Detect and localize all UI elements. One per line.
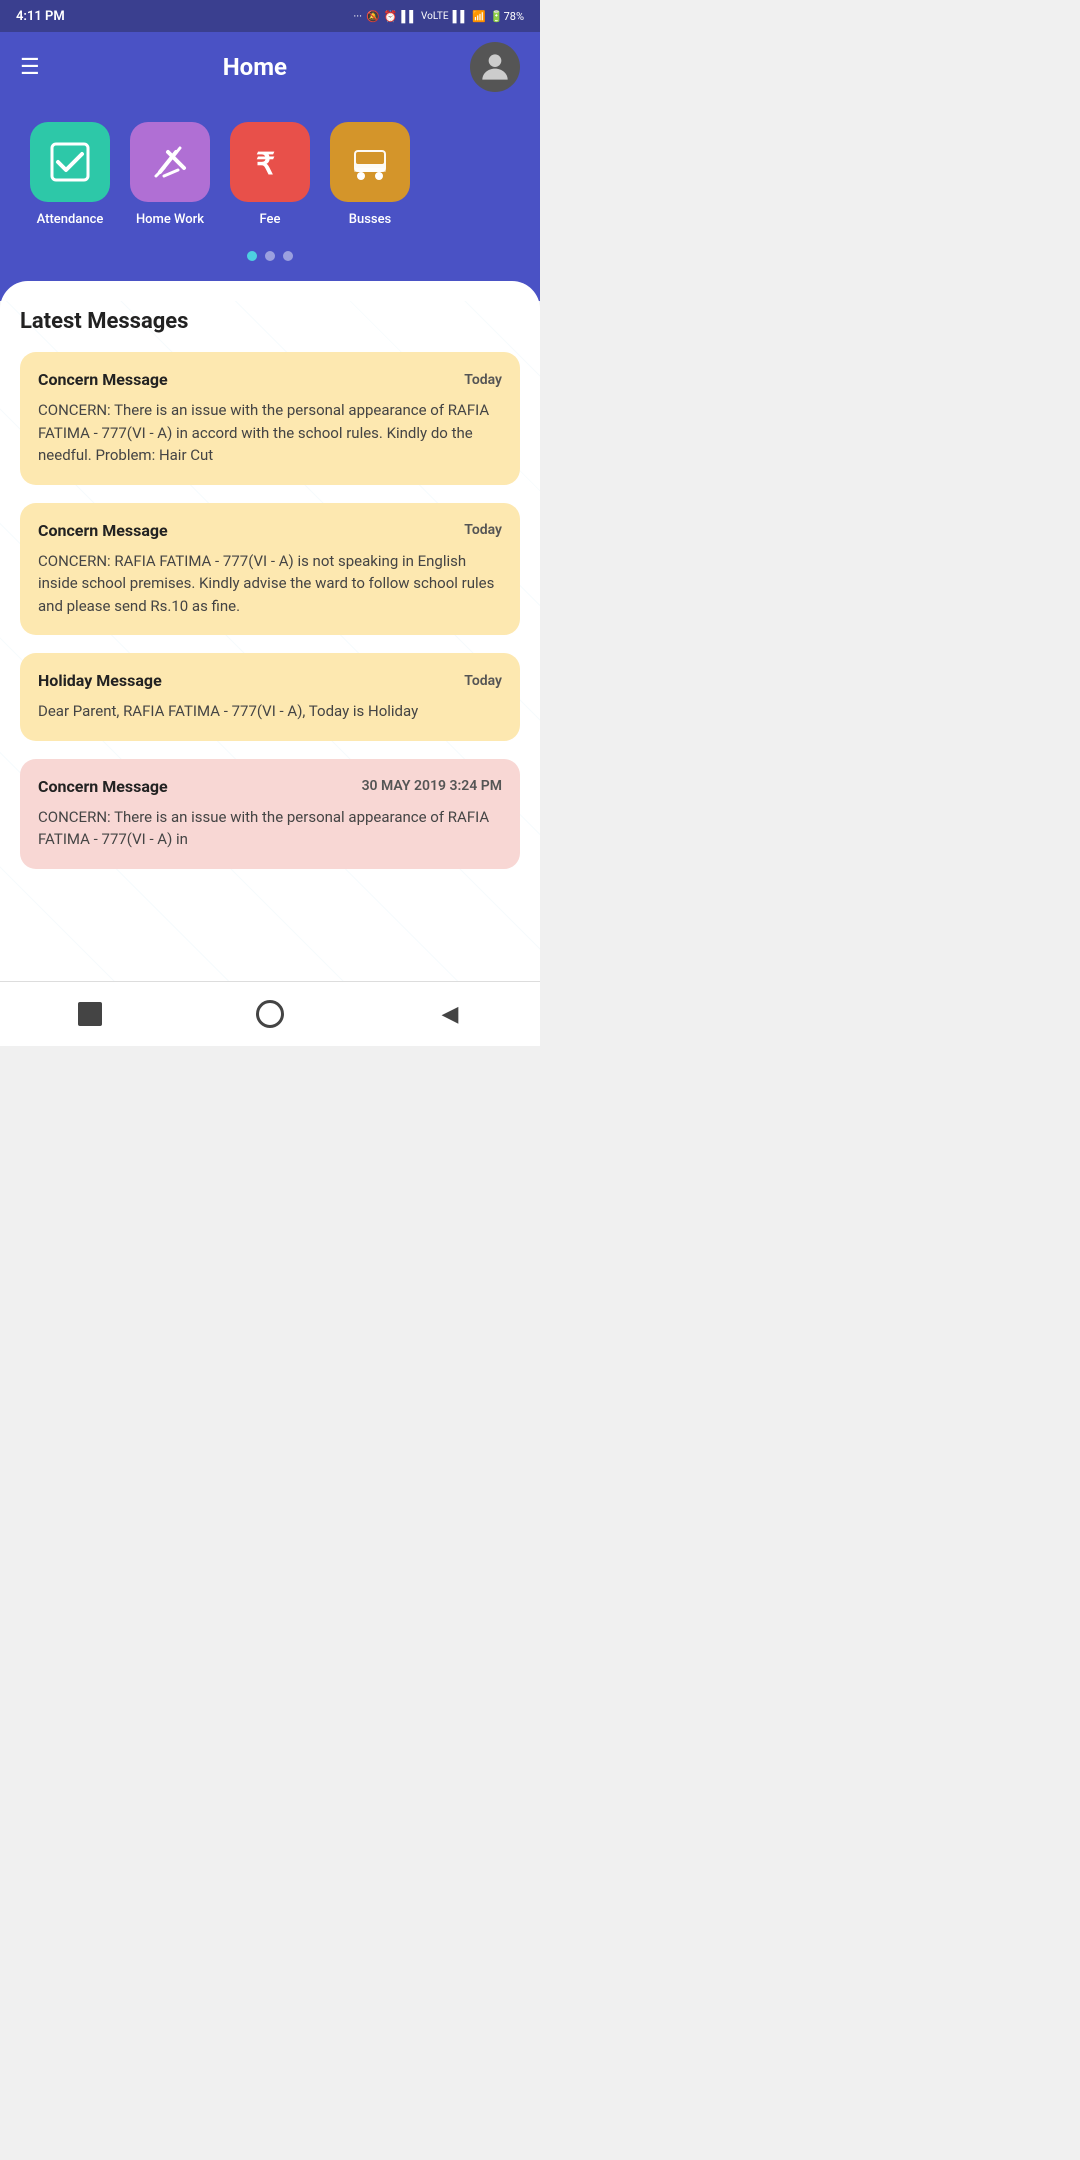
message-card-4[interactable]: Concern Message 30 MAY 2019 3:24 PM CONC… — [20, 759, 520, 869]
homework-icon-box — [130, 122, 210, 202]
message-card-3[interactable]: Holiday Message Today Dear Parent, RAFIA… — [20, 653, 520, 741]
fee-icon-box: ₹ — [230, 122, 310, 202]
bottom-nav: ◀ — [0, 981, 540, 1046]
message-card-4-body: CONCERN: There is an issue with the pers… — [38, 806, 502, 851]
page-title: Home — [223, 53, 287, 81]
hero-section: Attendance Home Work ₹ — [0, 102, 540, 301]
attendance-icon-item[interactable]: Attendance — [30, 122, 110, 227]
message-card-3-date: Today — [464, 673, 502, 689]
fee-icon-item[interactable]: ₹ Fee — [230, 122, 310, 227]
mute-icon: 🔕 — [366, 10, 380, 23]
status-bar: 4:11 PM ··· 🔕 ⏰ ▌▌ VoLTE ▌▌ 📶 🔋78% — [0, 0, 540, 32]
dot-1[interactable] — [247, 251, 257, 261]
message-card-2-title: Concern Message — [38, 521, 168, 540]
signal-bars-icon: ▌▌ — [401, 10, 417, 23]
circle-icon — [256, 1000, 284, 1028]
back-arrow-icon: ◀ — [442, 1002, 459, 1027]
pagination-dots — [20, 251, 520, 261]
message-card-3-body: Dear Parent, RAFIA FATIMA - 777(VI - A),… — [38, 700, 502, 723]
signal-bars-2-icon: ▌▌ — [453, 10, 469, 23]
message-card-1-header: Concern Message Today — [38, 370, 502, 389]
dot-2[interactable] — [265, 251, 275, 261]
battery-icon: 🔋78% — [490, 10, 524, 23]
attendance-label: Attendance — [37, 212, 104, 227]
message-card-2[interactable]: Concern Message Today CONCERN: RAFIA FAT… — [20, 503, 520, 636]
message-card-1-date: Today — [464, 372, 502, 388]
busses-icon-item[interactable]: Busses — [330, 122, 410, 227]
homework-label: Home Work — [136, 212, 204, 227]
fee-rupee-icon: ₹ — [248, 140, 292, 184]
busses-icon-box — [330, 122, 410, 202]
busses-label: Busses — [349, 212, 391, 227]
attendance-icon-box — [30, 122, 110, 202]
message-card-2-header: Concern Message Today — [38, 521, 502, 540]
attendance-check-icon — [48, 140, 92, 184]
avatar-icon — [476, 48, 514, 86]
home-nav-button[interactable] — [252, 996, 288, 1032]
message-card-1-title: Concern Message — [38, 370, 168, 389]
back-nav-button[interactable]: ◀ — [432, 996, 468, 1032]
user-avatar[interactable] — [470, 42, 520, 92]
svg-text:₹: ₹ — [256, 148, 275, 181]
app-icons-row: Attendance Home Work ₹ — [20, 122, 520, 227]
alarm-icon: ⏰ — [384, 10, 398, 23]
status-icons: ··· 🔕 ⏰ ▌▌ VoLTE ▌▌ 📶 🔋78% — [353, 10, 524, 23]
signal-dots-icon: ··· — [353, 10, 362, 23]
wifi-icon: 📶 — [472, 10, 486, 23]
status-time: 4:11 PM — [16, 9, 65, 24]
app-header: ☰ Home — [0, 32, 540, 102]
lte-icon: VoLTE — [421, 11, 449, 22]
messages-section: Latest Messages Concern Message Today CO… — [0, 281, 540, 981]
homework-icon-item[interactable]: Home Work — [130, 122, 210, 227]
square-icon — [78, 1002, 102, 1026]
message-card-2-date: Today — [464, 522, 502, 538]
message-card-4-date: 30 MAY 2019 3:24 PM — [362, 778, 502, 794]
message-card-1-body: CONCERN: There is an issue with the pers… — [38, 399, 502, 467]
message-card-2-body: CONCERN: RAFIA FATIMA - 777(VI - A) is n… — [38, 550, 502, 618]
busses-bus-icon — [348, 140, 392, 184]
message-card-4-header: Concern Message 30 MAY 2019 3:24 PM — [38, 777, 502, 796]
dot-3[interactable] — [283, 251, 293, 261]
message-card-1[interactable]: Concern Message Today CONCERN: There is … — [20, 352, 520, 485]
message-card-3-title: Holiday Message — [38, 671, 162, 690]
menu-icon[interactable]: ☰ — [20, 55, 40, 80]
square-nav-button[interactable] — [72, 996, 108, 1032]
message-card-3-header: Holiday Message Today — [38, 671, 502, 690]
message-card-4-title: Concern Message — [38, 777, 168, 796]
messages-section-title: Latest Messages — [20, 309, 520, 334]
fee-label: Fee — [260, 212, 281, 227]
homework-tools-icon — [148, 140, 192, 184]
